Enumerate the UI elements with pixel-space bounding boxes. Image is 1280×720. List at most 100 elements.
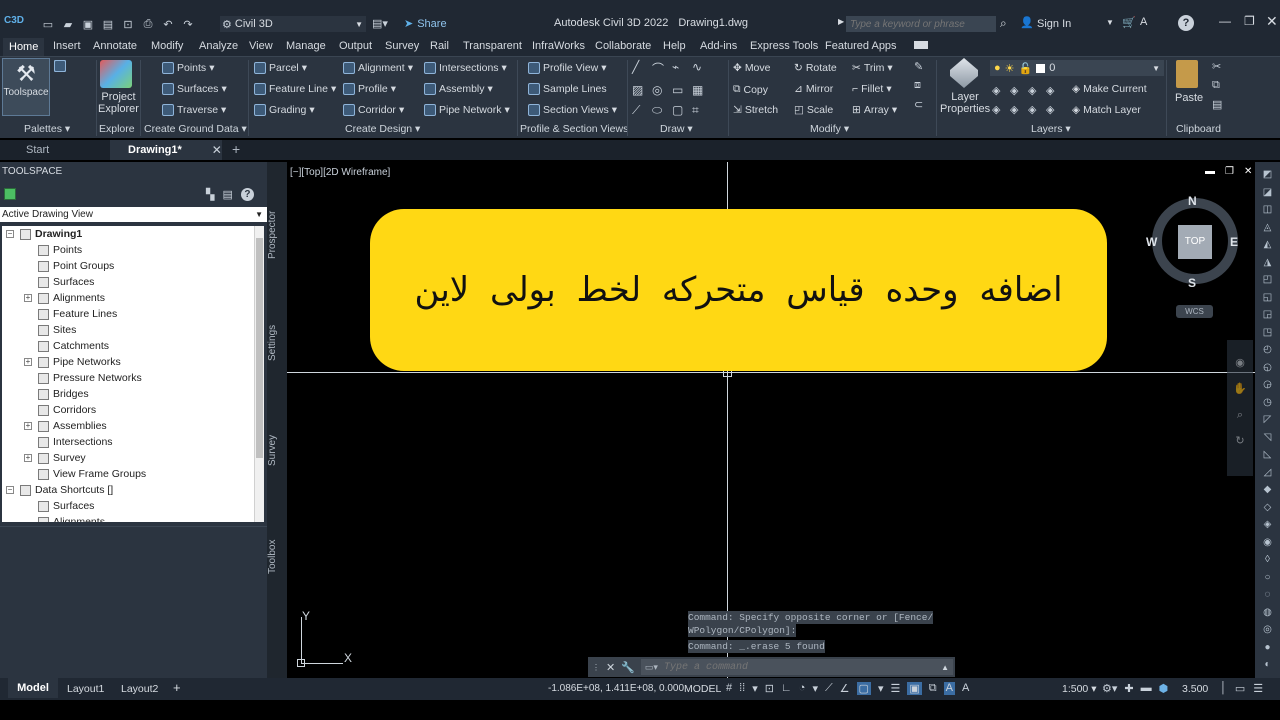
hatch-icon[interactable]: ▨ bbox=[632, 83, 652, 97]
elevation-readout[interactable]: 3.500 bbox=[1182, 683, 1208, 695]
plot-icon[interactable]: ⎙ bbox=[140, 16, 156, 32]
grid-icon[interactable]: # bbox=[726, 682, 732, 695]
list-icon[interactable]: ◆ bbox=[1261, 483, 1274, 496]
layer-on-icon[interactable]: ◈ bbox=[992, 103, 1010, 116]
tree-node-alignments[interactable]: Alignments bbox=[38, 290, 105, 306]
layer-walk-icon[interactable]: ◫ bbox=[1261, 203, 1274, 216]
annotation-scale[interactable]: 1:500 ▾ bbox=[1062, 683, 1096, 695]
steering-wheel-icon[interactable]: ◉ bbox=[1227, 350, 1253, 376]
command-grip-icon[interactable]: ⋮ bbox=[592, 663, 600, 672]
arc-icon[interactable]: ⌒ bbox=[652, 60, 672, 77]
intersections-button[interactable]: Intersections ▾ bbox=[424, 62, 507, 74]
units-icon[interactable]: ▬ bbox=[1141, 682, 1152, 695]
properties-icon[interactable]: ◩ bbox=[1261, 168, 1274, 181]
tree-node-survey[interactable]: Survey bbox=[38, 450, 86, 466]
compass-north[interactable]: N bbox=[1188, 194, 1197, 208]
tree-node-feature-lines[interactable]: Feature Lines bbox=[38, 306, 117, 322]
dimension-icon[interactable]: ◴ bbox=[1261, 343, 1274, 356]
named-views-icon[interactable]: ◉ bbox=[1261, 536, 1274, 549]
viewcube-top[interactable]: TOP bbox=[1178, 225, 1212, 259]
profile-button[interactable]: Profile ▾ bbox=[343, 83, 396, 95]
spline-icon[interactable]: ∿ bbox=[692, 60, 712, 77]
osnap-icon[interactable]: ▢ bbox=[856, 682, 871, 695]
boundary-icon[interactable]: ▢ bbox=[672, 103, 692, 118]
panel-modify[interactable]: Modify ▾ bbox=[810, 123, 849, 135]
tree-node-shortcut-surfaces[interactable]: Surfaces bbox=[38, 498, 94, 514]
drawing-tab[interactable]: Drawing1* ✕ bbox=[110, 140, 222, 160]
lineweight-icon[interactable]: ☰ bbox=[890, 682, 900, 695]
tree-node-assemblies[interactable]: Assemblies bbox=[38, 418, 107, 434]
rotate-button[interactable]: ↻ Rotate bbox=[794, 62, 837, 74]
sheet-set-icon[interactable] bbox=[54, 60, 66, 72]
osnap-menu-icon[interactable]: ▾ bbox=[878, 682, 884, 695]
model-space-button[interactable]: MODEL bbox=[684, 683, 721, 695]
cut-icon[interactable]: ✂ bbox=[1212, 60, 1222, 73]
ellipse-icon[interactable]: ⬭ bbox=[652, 103, 672, 118]
minimize-icon[interactable]: — bbox=[1219, 14, 1231, 28]
toolspace-button[interactable]: ⚒ Toolspace bbox=[2, 58, 50, 116]
undo-icon[interactable]: ↶ bbox=[160, 16, 176, 32]
zoom-icon[interactable]: ⌕ bbox=[1227, 402, 1253, 428]
tab-survey[interactable]: Survey bbox=[385, 40, 419, 52]
ortho-icon[interactable]: ∟ bbox=[781, 682, 792, 695]
wcs-menu[interactable]: WCS bbox=[1176, 305, 1213, 318]
pipe-network-button[interactable]: Pipe Network ▾ bbox=[424, 104, 510, 116]
search-icon[interactable]: ⌕ bbox=[1000, 16, 1007, 31]
isodraft-icon[interactable]: ⟋ bbox=[825, 682, 833, 695]
make-current-button[interactable]: ◈ Make Current bbox=[1072, 83, 1147, 95]
tree-expander[interactable]: − bbox=[6, 230, 14, 238]
toolspace-help-icon[interactable]: ? bbox=[240, 188, 254, 201]
transparency-icon[interactable]: ▣ bbox=[907, 682, 922, 695]
viewport-controls[interactable]: [−][Top][2D Wireframe] bbox=[290, 167, 390, 178]
chevron-right-icon[interactable]: ▶ bbox=[838, 17, 844, 26]
orbit-icon[interactable]: ↻ bbox=[1227, 428, 1253, 454]
layer-lock-icon[interactable]: ◈ bbox=[1046, 84, 1064, 97]
quick-select-icon[interactable]: ◬ bbox=[1261, 221, 1274, 234]
start-tab[interactable]: Start bbox=[26, 144, 49, 156]
layer-unlock-icon[interactable]: ◈ bbox=[1046, 103, 1064, 116]
workspace-gear-icon[interactable]: ⚙▾ bbox=[1102, 682, 1117, 695]
tree-node-corridors[interactable]: Corridors bbox=[38, 402, 96, 418]
tree-node-view-frame-groups[interactable]: View Frame Groups bbox=[38, 466, 146, 482]
compass-south[interactable]: S bbox=[1188, 276, 1196, 290]
app-logo[interactable]: C3D bbox=[4, 15, 24, 26]
autodesk-a-icon[interactable]: A bbox=[1140, 16, 1147, 28]
move-button[interactable]: ✥ Move bbox=[733, 62, 771, 74]
item-view-icon[interactable]: ▚ bbox=[206, 188, 214, 201]
tab-overflow-icon[interactable] bbox=[914, 41, 928, 49]
tree-node-catchments[interactable]: Catchments bbox=[38, 338, 109, 354]
active-drawing-view-select[interactable]: Active Drawing View ▼ bbox=[0, 207, 267, 222]
parcel-button[interactable]: Parcel ▾ bbox=[254, 62, 307, 74]
offset-icon[interactable]: ⧈ bbox=[914, 79, 923, 92]
materials-icon[interactable]: ◌ bbox=[1261, 588, 1274, 601]
profile-view-button[interactable]: Profile View ▾ bbox=[528, 62, 607, 74]
panel-palettes[interactable]: Palettes ▾ bbox=[24, 123, 70, 135]
tab-insert[interactable]: Insert bbox=[53, 40, 81, 52]
tab-add-ins[interactable]: Add-ins bbox=[700, 40, 737, 52]
tab-help[interactable]: Help bbox=[663, 40, 686, 52]
area-icon[interactable]: ◹ bbox=[1261, 431, 1274, 444]
tab-settings[interactable]: Settings bbox=[267, 318, 287, 368]
lights-icon[interactable]: ◍ bbox=[1261, 606, 1274, 619]
otrack-icon[interactable]: ∠ bbox=[840, 682, 850, 695]
list-view-icon[interactable]: ▤ bbox=[222, 188, 232, 201]
tab-survey[interactable]: Survey bbox=[267, 430, 287, 470]
distance-icon[interactable]: ◺ bbox=[1261, 448, 1274, 461]
layer-thaw-icon[interactable]: ◈ bbox=[1028, 103, 1046, 116]
tab-infraworks[interactable]: InfraWorks bbox=[532, 40, 585, 52]
pan-icon[interactable]: ✋ bbox=[1227, 376, 1253, 402]
tree-node-pipe-networks[interactable]: Pipe Networks bbox=[38, 354, 121, 370]
layer-freeze-icon[interactable]: ◈ bbox=[1028, 84, 1046, 97]
polar-icon[interactable]: ◔ bbox=[799, 682, 806, 695]
mirror-button[interactable]: ⊿ Mirror bbox=[794, 83, 833, 95]
surfaces-button[interactable]: Surfaces ▾ bbox=[162, 83, 227, 95]
tab-collaborate[interactable]: Collaborate bbox=[595, 40, 651, 52]
tab-express-tools[interactable]: Express Tools bbox=[750, 40, 818, 52]
save-icon[interactable]: ▣ bbox=[80, 16, 96, 32]
compass-west[interactable]: W bbox=[1146, 235, 1157, 249]
layout2-tab[interactable]: Layout2 bbox=[121, 683, 158, 695]
tree-expander[interactable]: + bbox=[24, 358, 32, 366]
layer-isolate-icon[interactable]: ◈ bbox=[1010, 84, 1028, 97]
match-properties-icon[interactable]: ◪ bbox=[1261, 186, 1274, 199]
leader-icon[interactable]: ◵ bbox=[1261, 361, 1274, 374]
